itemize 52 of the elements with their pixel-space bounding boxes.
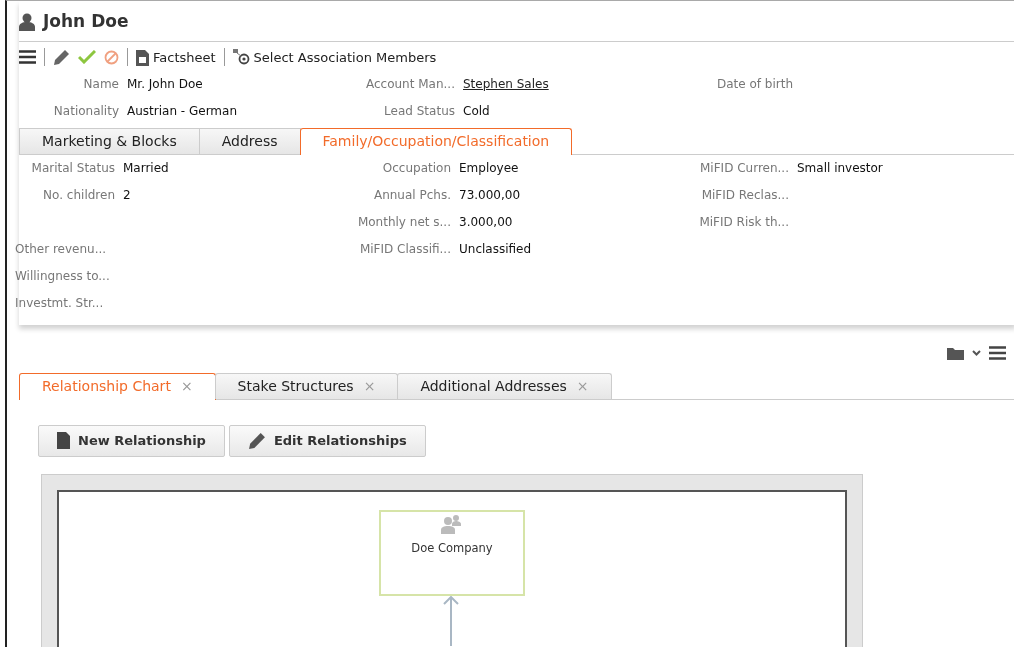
menu-icon[interactable] bbox=[989, 346, 1006, 360]
field-label: Lead Status bbox=[383, 103, 456, 120]
people-icon bbox=[441, 513, 463, 534]
field-label: Annual Pchs. bbox=[372, 187, 452, 204]
pencil-icon bbox=[247, 431, 266, 450]
field-value: Austrian - German bbox=[127, 104, 237, 118]
field-value: 73.000,00 bbox=[459, 188, 521, 202]
field-value: Mr. John Doe bbox=[127, 77, 203, 91]
field-label: MiFID Classifi... bbox=[358, 241, 452, 258]
field-label: MiFID Curren... bbox=[699, 160, 790, 177]
field-label: Willingness to... bbox=[15, 268, 111, 285]
connector-arrow bbox=[443, 595, 459, 646]
chevron-down-icon[interactable] bbox=[972, 350, 981, 356]
tab[interactable]: Additional Addresses × bbox=[397, 373, 612, 399]
field-value: 3.000,00 bbox=[459, 215, 513, 229]
field-value: Employee bbox=[459, 161, 519, 175]
action-button[interactable]: Edit Relationships bbox=[228, 425, 426, 457]
field-value: Married bbox=[123, 161, 169, 175]
field-value: Small investor bbox=[797, 161, 883, 175]
field-label: Name bbox=[82, 76, 120, 93]
page-title: John Doe bbox=[43, 10, 129, 33]
pencil-icon[interactable] bbox=[53, 48, 70, 66]
link-gear-icon bbox=[232, 49, 250, 66]
field-label: Other revenu... bbox=[15, 241, 108, 258]
field-label: Marital Status bbox=[30, 160, 116, 177]
field-label: Date of birth bbox=[715, 76, 794, 93]
field-label: No. children bbox=[42, 187, 116, 204]
field-value: 2 bbox=[123, 188, 131, 202]
person-icon bbox=[19, 12, 35, 31]
folder-icon[interactable] bbox=[947, 346, 964, 360]
menu-icon[interactable] bbox=[19, 50, 36, 65]
action-button[interactable]: New Relationship bbox=[38, 425, 225, 457]
node-label: Doe Company bbox=[411, 539, 493, 557]
field-label: Nationality bbox=[52, 103, 120, 120]
field-value: Unclassified bbox=[459, 242, 532, 256]
document-icon bbox=[57, 432, 70, 450]
document-icon bbox=[136, 48, 149, 66]
chart-node[interactable]: Doe Company bbox=[379, 509, 525, 596]
field-label: MiFID Reclas... bbox=[700, 187, 790, 204]
field-label: Occupation bbox=[381, 160, 452, 177]
tab[interactable]: Address bbox=[198, 128, 301, 154]
field-label: Monthly net s... bbox=[356, 214, 452, 231]
field-link[interactable]: Stephen Sales bbox=[463, 77, 549, 91]
tab[interactable]: Stake Structures × bbox=[214, 373, 399, 399]
toolbar-button[interactable]: Select Association Members bbox=[232, 47, 437, 67]
tab[interactable]: Marketing & Blocks bbox=[19, 128, 200, 154]
field-label: MiFID Risk th... bbox=[698, 214, 790, 231]
field-label: Investmt. Str... bbox=[15, 295, 105, 312]
field-label: Account Man... bbox=[364, 76, 456, 93]
toolbar-button[interactable]: Factsheet bbox=[136, 47, 216, 67]
checkmark-icon[interactable] bbox=[78, 50, 96, 65]
field-value: Cold bbox=[463, 104, 490, 118]
